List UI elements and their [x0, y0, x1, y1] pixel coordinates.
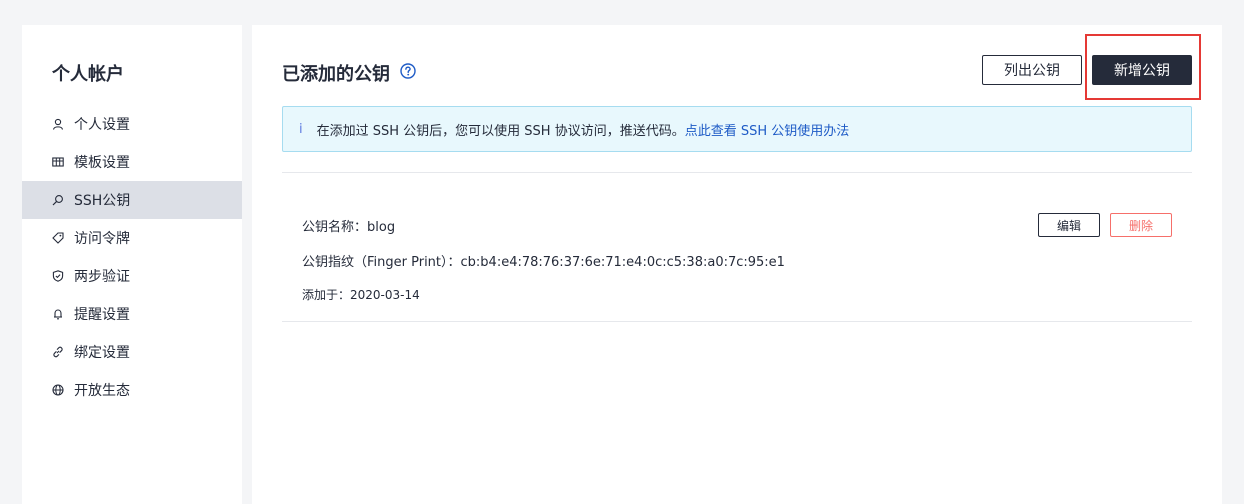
link-icon	[52, 346, 64, 358]
list-keys-button[interactable]: 列出公钥	[982, 55, 1082, 85]
edit-key-button[interactable]: 编辑	[1038, 213, 1100, 237]
main-panel: 已添加的公钥 列出公钥 新增公钥 i 在添加过 SSH 公钥后，您可以使用 SS…	[252, 25, 1222, 504]
sidebar-item-label: 模板设置	[74, 155, 130, 171]
sidebar-item-two-step[interactable]: 两步验证	[22, 257, 242, 295]
sidebar-item-label: SSH公钥	[74, 193, 131, 209]
divider	[282, 172, 1192, 173]
ssh-help-link[interactable]: 点此查看 SSH 公钥使用办法	[685, 120, 850, 139]
tag-icon	[52, 232, 64, 244]
highlight-frame	[1085, 34, 1201, 100]
key-fingerprint: 公钥指纹（Finger Print）：cb:b4:e4:78:76:37:6e:…	[302, 255, 785, 270]
sidebar-item-ssh-keys[interactable]: SSH公钥	[22, 181, 242, 219]
key-added-date: 添加于：2020-03-14	[302, 288, 420, 302]
page-title: 已添加的公钥	[282, 64, 390, 85]
bell-icon	[52, 308, 64, 320]
info-icon: i	[299, 121, 303, 137]
divider	[282, 321, 1192, 322]
sidebar-item-label: 两步验证	[74, 269, 130, 285]
sidebar-item-label: 提醒设置	[74, 307, 130, 323]
sidebar-item-label: 个人设置	[74, 117, 130, 133]
sidebar-item-reminders[interactable]: 提醒设置	[22, 295, 242, 333]
info-text: 在添加过 SSH 公钥后，您可以使用 SSH 协议访问，推送代码。	[316, 123, 685, 139]
sidebar-item-personal-settings[interactable]: 个人设置	[22, 105, 242, 143]
sidebar-item-access-tokens[interactable]: 访问令牌	[22, 219, 242, 257]
shield-icon	[52, 270, 64, 282]
sidebar-item-open-ecosystem[interactable]: 开放生态	[22, 371, 242, 409]
sidebar-item-label: 开放生态	[74, 383, 130, 399]
info-banner: i 在添加过 SSH 公钥后，您可以使用 SSH 协议访问，推送代码。 点此查看…	[282, 106, 1192, 152]
globe-icon	[52, 384, 64, 396]
sidebar: 个人帐户 个人设置 模板设置 SSH公钥 访问令牌 两步验证 提醒设置 绑定设置…	[22, 25, 242, 504]
user-icon	[52, 118, 64, 130]
sidebar-item-template-settings[interactable]: 模板设置	[22, 143, 242, 181]
sidebar-item-label: 访问令牌	[74, 231, 130, 247]
template-icon	[52, 156, 64, 168]
sidebar-item-bindings[interactable]: 绑定设置	[22, 333, 242, 371]
delete-key-button[interactable]: 删除	[1110, 213, 1172, 237]
sidebar-item-label: 绑定设置	[74, 345, 130, 361]
search-key-icon	[52, 194, 64, 206]
key-name: 公钥名称：blog	[302, 220, 396, 235]
help-icon[interactable]	[400, 63, 416, 79]
sidebar-title: 个人帐户	[52, 64, 124, 85]
